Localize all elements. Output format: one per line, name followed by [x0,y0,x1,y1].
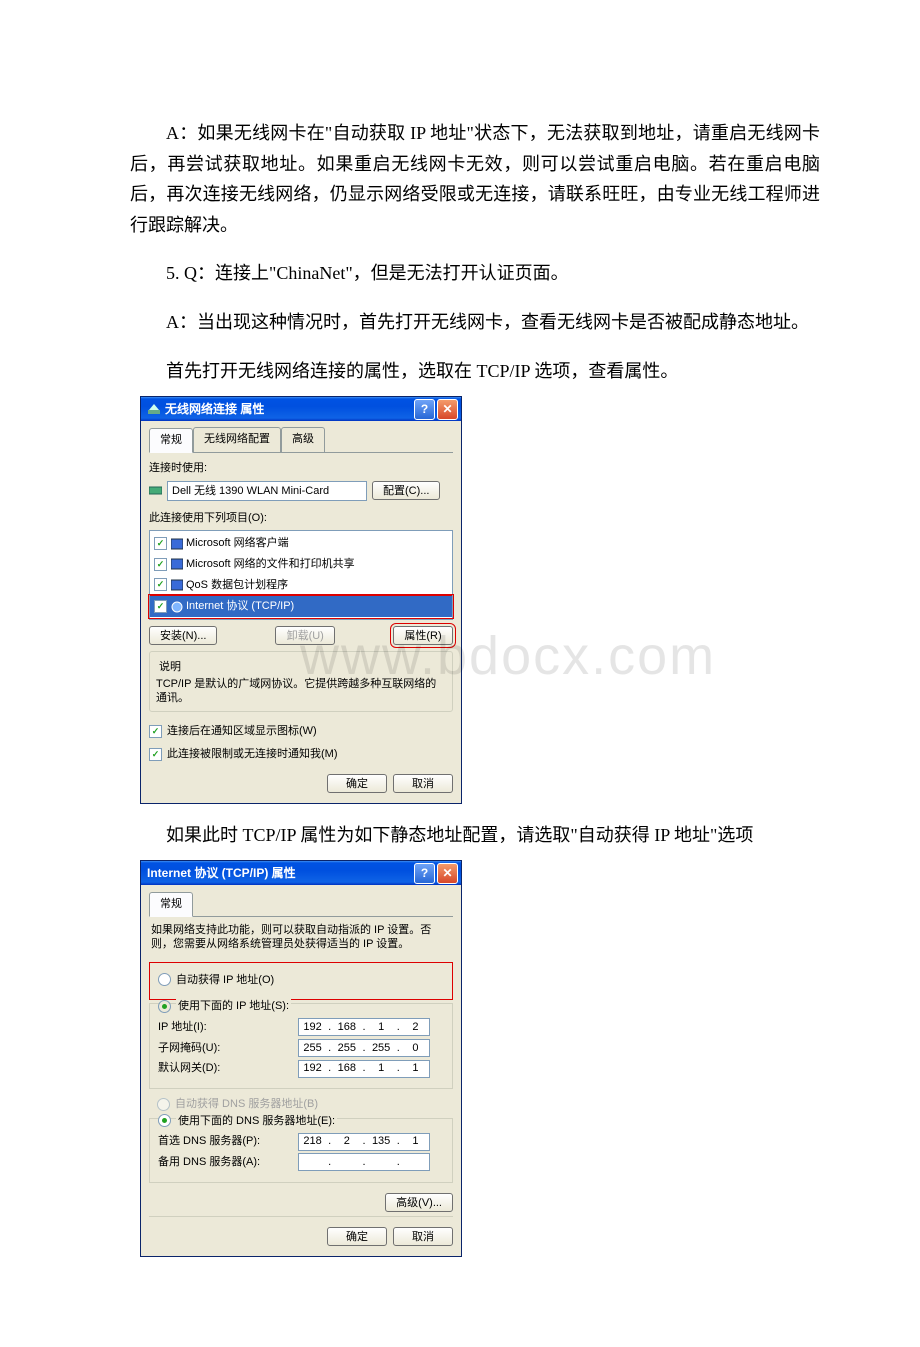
auto-dns-radio [157,1098,170,1111]
ip-address-fieldset: 自动获得 IP 地址(O) [149,962,453,1001]
use-ip-label: 使用下面的 IP 地址(S): [176,997,291,1016]
paragraph-a1: A：如果无线网卡在"自动获取 IP 地址"状态下，无法获取到地址，请重启无线网卡… [130,118,820,240]
item-label: Microsoft 网络的文件和打印机共享 [186,555,355,574]
use-ip-radio[interactable] [158,1000,171,1013]
list-item-tcpip[interactable]: Internet 协议 (TCP/IP) [150,596,452,617]
qos-icon [170,578,183,591]
list-item[interactable]: QoS 数据包计划程序 [150,575,452,597]
tab-wireless[interactable]: 无线网络配置 [193,427,281,452]
close-button[interactable]: ✕ [437,863,458,884]
paragraph-q5: 5. Q：连接上"ChinaNet"，但是无法打开认证页面。 [130,258,820,289]
tab-strip: 常规 无线网络配置 高级 [149,427,453,453]
auto-ip-radio[interactable] [158,973,171,986]
ok-button[interactable]: 确定 [327,774,387,793]
help-button[interactable]: ? [414,399,435,420]
tcpip-properties-dialog: Internet 协议 (TCP/IP) 属性 ? ✕ 常规 如果网络支持此功能… [140,860,462,1256]
client-icon [170,537,183,550]
tab-strip: 常规 [149,891,453,917]
ip-input[interactable]: 192. 168. 1. 2 [298,1018,430,1036]
description-group: 说明 TCP/IP 是默认的广域网协议。它提供跨越多种互联网络的通讯。 [149,651,453,712]
paragraph-a5b: 首先打开无线网络连接的属性，选取在 TCP/IP 选项，查看属性。 [130,356,820,387]
configure-button[interactable]: 配置(C)... [372,481,440,500]
help-button[interactable]: ? [414,863,435,884]
dns1-input[interactable]: 218. 2. 135. 1 [298,1133,430,1151]
notify-limited-checkbox[interactable] [149,748,162,761]
use-dns-radio[interactable] [158,1114,171,1127]
fps-icon [170,558,183,571]
dialog-title: 无线网络连接 属性 [165,399,412,419]
notify-limited-label: 此连接被限制或无连接时通知我(M) [167,745,338,764]
mask-label: 子网掩码(U): [158,1039,298,1058]
notify-icon-label: 连接后在通知区域显示图标(W) [167,722,317,741]
adapter-field: Dell 无线 1390 WLAN Mini-Card [167,481,367,501]
wireless-properties-dialog: 无线网络连接 属性 ? ✕ 常规 无线网络配置 高级 连接时使用: Dell 无… [140,396,462,803]
description-title: 说明 [156,658,184,677]
item-label: Microsoft 网络客户端 [186,534,289,553]
checkbox-icon[interactable] [154,600,167,613]
dns2-label: 备用 DNS 服务器(A): [158,1153,298,1172]
cancel-button[interactable]: 取消 [393,774,453,793]
close-button[interactable]: ✕ [437,399,458,420]
checkbox-icon[interactable] [154,578,167,591]
connect-using-label: 连接时使用: [149,459,453,478]
list-item[interactable]: Microsoft 网络的文件和打印机共享 [150,554,452,575]
install-button[interactable]: 安装(N)... [149,626,217,645]
tab-general[interactable]: 常规 [149,892,193,917]
list-item[interactable]: Microsoft 网络客户端 [150,533,452,554]
components-listbox[interactable]: Microsoft 网络客户端 Microsoft 网络的文件和打印机共享 Qo… [149,530,453,620]
document-page: A：如果无线网卡在"自动获取 IP 地址"状态下，无法获取到地址，请重启无线网卡… [0,0,920,1347]
tcpip-description: 如果网络支持此功能，则可以获取自动指派的 IP 设置。否则，您需要从网络系统管理… [151,923,451,952]
item-label: QoS 数据包计划程序 [186,576,288,595]
notify-icon-checkbox[interactable] [149,725,162,738]
gateway-input[interactable]: 192. 168. 1. 1 [298,1060,430,1078]
dialog-title: Internet 协议 (TCP/IP) 属性 [147,863,412,883]
gateway-label: 默认网关(D): [158,1059,298,1078]
ok-button[interactable]: 确定 [327,1227,387,1246]
nic-icon [149,484,162,497]
dns-fieldset: 使用下面的 DNS 服务器地址(E): 首选 DNS 服务器(P): 218. … [149,1118,453,1183]
checkbox-icon[interactable] [154,537,167,550]
description-text: TCP/IP 是默认的广域网协议。它提供跨越多种互联网络的通讯。 [156,677,446,706]
uninstall-button: 卸载(U) [275,626,335,645]
paragraph-mid: 如果此时 TCP/IP 属性为如下静态地址配置，请选取"自动获得 IP 地址"选… [130,820,820,851]
advanced-button[interactable]: 高级(V)... [385,1193,453,1212]
properties-button[interactable]: 属性(R) [393,626,453,645]
network-icon [147,402,161,416]
items-label: 此连接使用下列项目(O): [149,509,453,528]
titlebar[interactable]: Internet 协议 (TCP/IP) 属性 ? ✕ [141,861,461,885]
paragraph-a5a: A：当出现这种情况时，首先打开无线网卡，查看无线网卡是否被配成静态地址。 [130,307,820,338]
ip-label: IP 地址(I): [158,1018,298,1037]
dns1-label: 首选 DNS 服务器(P): [158,1132,298,1151]
manual-ip-fieldset: 使用下面的 IP 地址(S): IP 地址(I): 192. 168. 1. 2… [149,1003,453,1089]
tab-advanced[interactable]: 高级 [281,427,325,452]
titlebar[interactable]: 无线网络连接 属性 ? ✕ [141,397,461,421]
tab-general[interactable]: 常规 [149,428,193,453]
auto-ip-label: 自动获得 IP 地址(O) [176,971,274,990]
checkbox-icon[interactable] [154,558,167,571]
tcpip-icon [170,600,183,613]
cancel-button[interactable]: 取消 [393,1227,453,1246]
dns2-input[interactable]: . . . [298,1153,430,1171]
use-dns-label: 使用下面的 DNS 服务器地址(E): [176,1112,337,1131]
item-label: Internet 协议 (TCP/IP) [186,597,294,616]
mask-input[interactable]: 255. 255. 255. 0 [298,1039,430,1057]
